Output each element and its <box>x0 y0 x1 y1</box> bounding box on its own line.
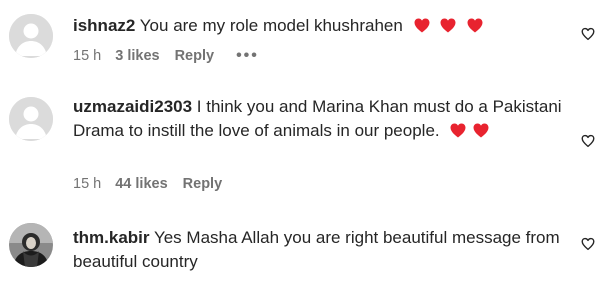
photo-avatar[interactable] <box>9 223 53 267</box>
comment-likes-count[interactable]: 44 likes <box>115 176 167 192</box>
comment-timestamp: 15 h <box>73 48 102 64</box>
heart-emoji-icon <box>467 18 483 33</box>
heart-emoji-icon <box>473 123 489 138</box>
comment-timestamp: 15 h <box>73 176 102 192</box>
reply-button[interactable]: Reply <box>175 48 215 64</box>
more-options-icon[interactable]: ••• <box>236 48 259 64</box>
comment-meta: 15 h 3 likes Reply ••• <box>73 48 259 65</box>
like-heart-icon[interactable] <box>581 237 595 251</box>
comment-body: thm.kabir Yes Masha Allah you are right … <box>73 226 563 274</box>
comment-username[interactable]: thm.kabir <box>73 228 150 247</box>
comment-body: uzmazaidi2303 I think you and Marina Kha… <box>73 95 563 143</box>
like-heart-icon[interactable] <box>581 27 595 41</box>
reply-button[interactable]: Reply <box>183 176 223 192</box>
comment-username[interactable]: ishnaz2 <box>73 16 135 35</box>
comment-item: ishnaz2 You are my role model khushrahen… <box>0 0 607 90</box>
heart-emoji-icon <box>440 18 456 33</box>
comment-username[interactable]: uzmazaidi2303 <box>73 97 192 116</box>
comment-body: ishnaz2 You are my role model khushrahen <box>73 14 563 38</box>
default-avatar-icon[interactable] <box>9 97 53 141</box>
heart-emoji-icon <box>414 18 430 33</box>
heart-emoji-icon <box>450 123 466 138</box>
comment-meta: 15 h 44 likes Reply <box>73 176 244 192</box>
comment-likes-count[interactable]: 3 likes <box>115 48 159 64</box>
comment-text: You are my role model khushrahen <box>139 16 403 35</box>
like-heart-icon[interactable] <box>581 134 595 148</box>
default-avatar-icon[interactable] <box>9 14 53 58</box>
comment-item: uzmazaidi2303 I think you and Marina Kha… <box>0 90 607 205</box>
comment-item: thm.kabir Yes Masha Allah you are right … <box>0 205 607 285</box>
